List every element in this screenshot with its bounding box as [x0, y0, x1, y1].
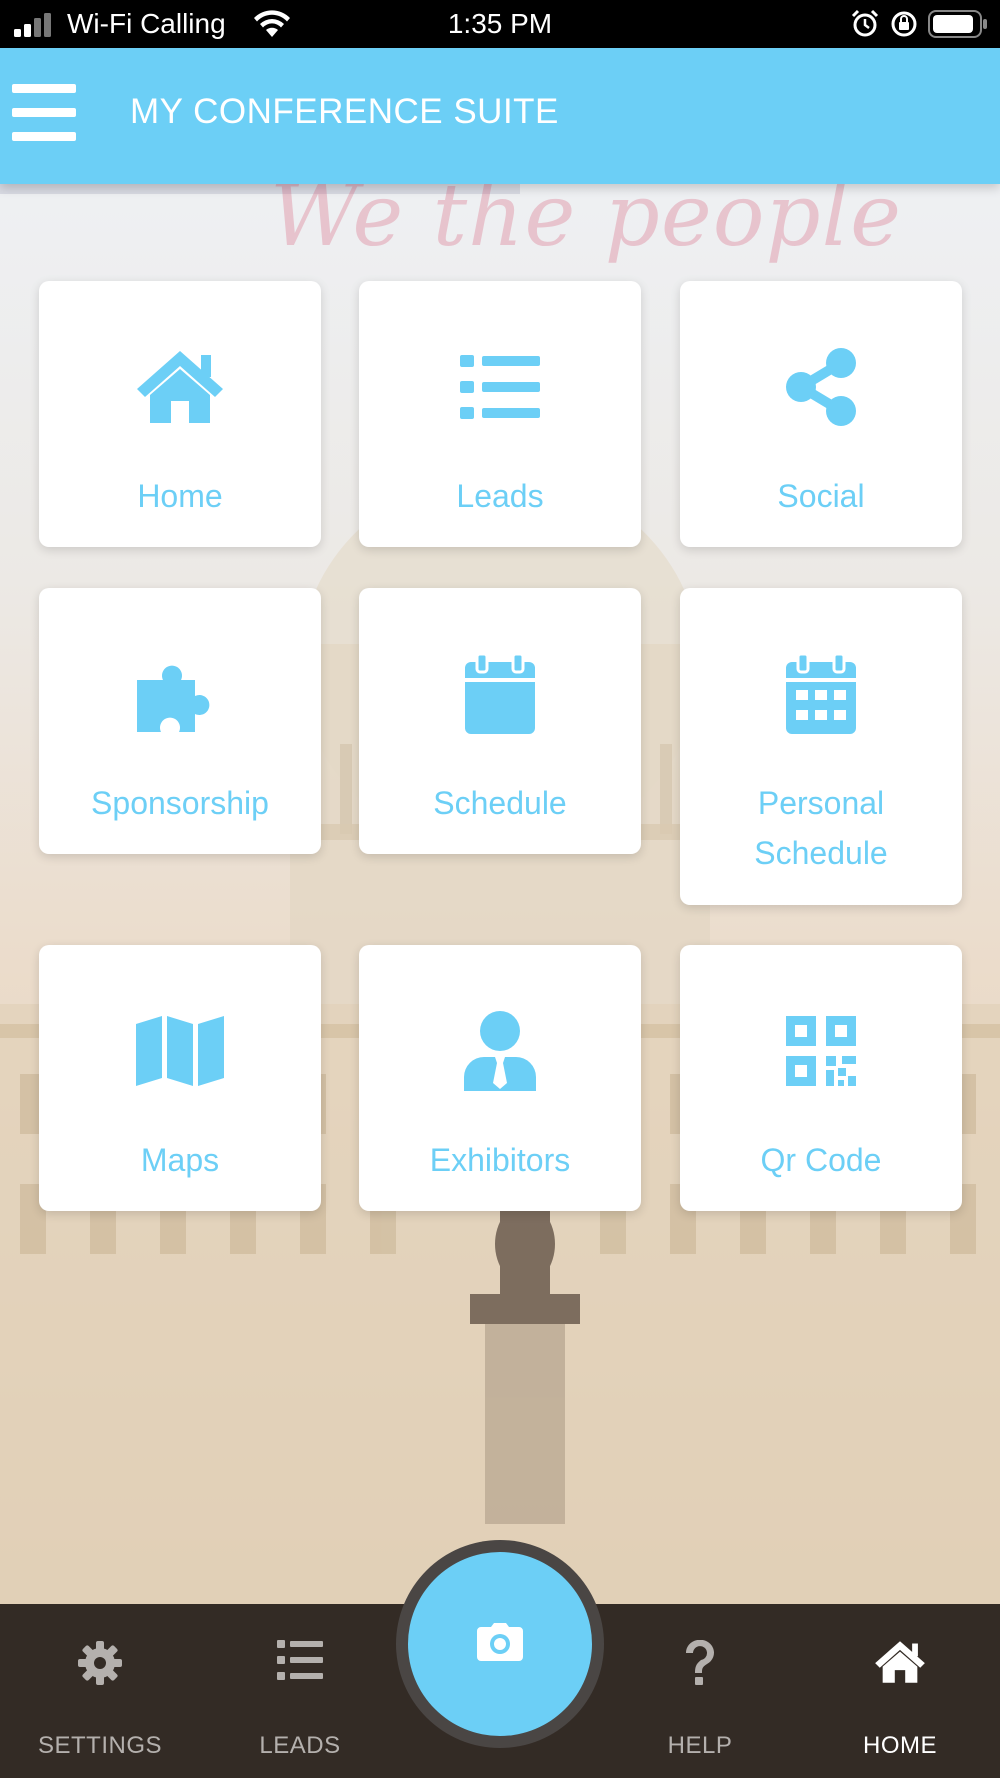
battery-icon — [928, 10, 988, 45]
share-icon — [680, 347, 962, 427]
rotation-lock-icon — [889, 9, 919, 46]
home-icon — [39, 347, 321, 427]
question-icon — [600, 1640, 800, 1692]
tab-label: LEADS — [259, 1732, 341, 1759]
tab-help[interactable]: HELP — [600, 1604, 800, 1778]
tile-label: Qr Code — [760, 1142, 882, 1178]
home-icon — [800, 1640, 1000, 1692]
tile-label: Sponsorship — [91, 785, 269, 821]
page-title: MY CONFERENCE SUITE — [130, 92, 559, 131]
tile-label: Maps — [140, 1142, 220, 1178]
puzzle-icon — [39, 654, 321, 734]
tab-label: HOME — [863, 1732, 937, 1759]
tile-label: Social — [777, 478, 865, 514]
tile-label: Schedule — [433, 785, 567, 821]
camera-icon — [477, 1622, 523, 1666]
tile-social[interactable]: Social — [680, 281, 962, 547]
tab-settings[interactable]: SETTINGS — [0, 1604, 200, 1778]
tile-qr-code[interactable]: Qr Code — [680, 945, 962, 1211]
tile-personal-schedule[interactable]: Personal Schedule — [680, 588, 962, 905]
tile-maps[interactable]: Maps — [39, 945, 321, 1211]
calendar-icon — [359, 654, 641, 734]
tile-leads[interactable]: Leads — [359, 281, 641, 547]
qr-code-icon — [680, 1011, 962, 1091]
tab-label: SETTINGS — [37, 1732, 162, 1759]
list-icon — [200, 1640, 400, 1692]
app-header: MY CONFERENCE SUITE — [0, 48, 1000, 184]
tile-schedule[interactable]: Schedule — [359, 588, 641, 854]
tab-leads[interactable]: LEADS — [200, 1604, 400, 1778]
tile-label: Home — [137, 478, 223, 514]
person-tie-icon — [359, 1011, 641, 1091]
tile-label: Exhibitors — [429, 1142, 571, 1178]
tile-label: Leads — [456, 478, 544, 514]
map-icon — [39, 1011, 321, 1091]
tile-exhibitors[interactable]: Exhibitors — [359, 945, 641, 1211]
watermark-text: We the people — [270, 184, 902, 266]
calendar-grid-icon — [680, 654, 962, 734]
hamburger-menu-icon[interactable] — [12, 84, 78, 142]
tile-label: Personal Schedule — [754, 785, 888, 871]
tile-home[interactable]: Home — [39, 281, 321, 547]
tab-label: HELP — [667, 1732, 733, 1759]
alarm-icon — [850, 9, 880, 46]
list-icon — [359, 347, 641, 427]
gear-icon — [0, 1640, 200, 1692]
status-bar: Wi-Fi Calling 1:35 PM — [0, 0, 1000, 48]
tab-home[interactable]: HOME — [800, 1604, 1000, 1778]
camera-button[interactable] — [408, 1552, 592, 1736]
tile-sponsorship[interactable]: Sponsorship — [39, 588, 321, 854]
